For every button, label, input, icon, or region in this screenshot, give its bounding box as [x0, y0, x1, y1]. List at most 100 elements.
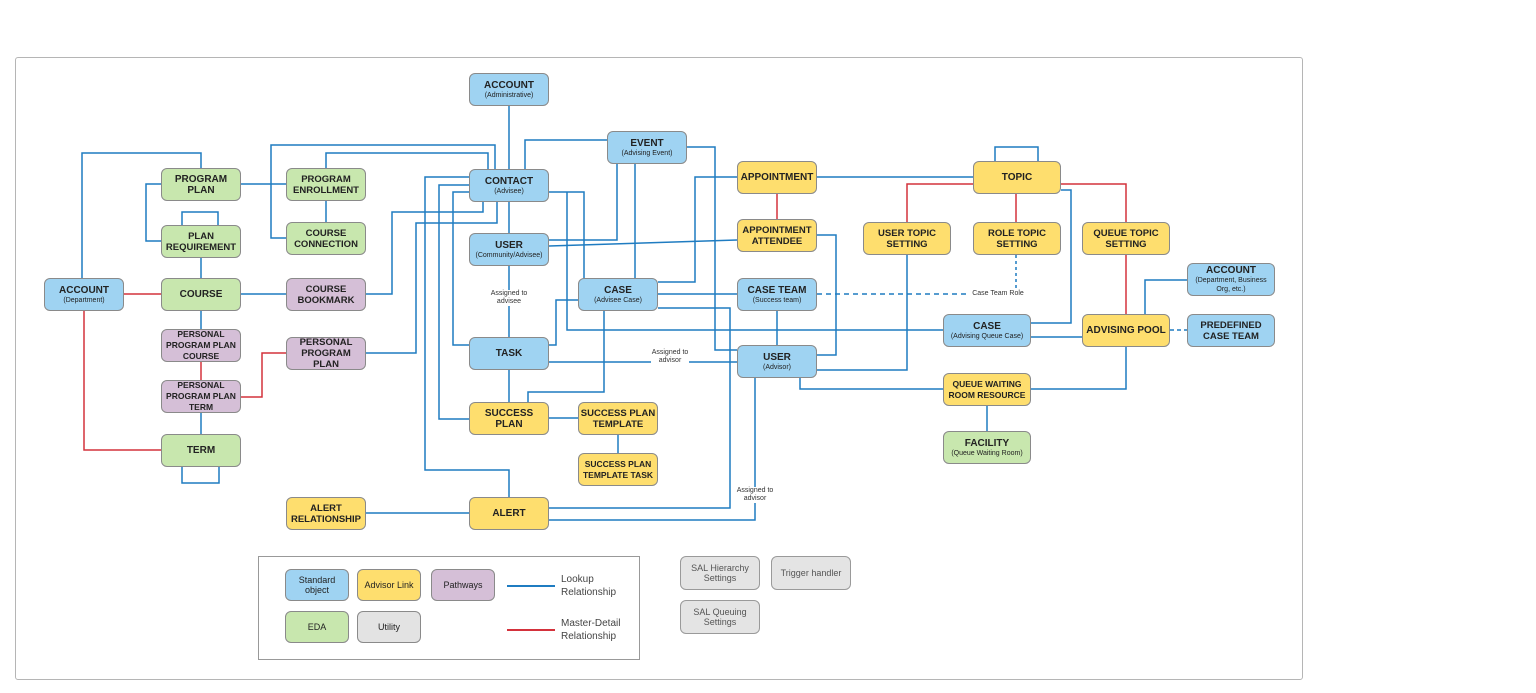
legend-master-detail-label: Master-Detail Relationship: [561, 618, 621, 642]
legend-utility: Utility: [357, 611, 421, 643]
entity-title: QUEUE TOPIC SETTING: [1093, 227, 1159, 250]
entity-title: CASE: [973, 320, 1001, 332]
entity-queue-topic[interactable]: QUEUE TOPIC SETTING: [1082, 222, 1170, 255]
entity-sp-template-task[interactable]: SUCCESS PLAN TEMPLATE TASK: [578, 453, 658, 486]
line-contact-enrollment: [325, 152, 489, 169]
utility-sal-queuing-settings: SAL Queuing Settings: [680, 600, 760, 634]
entity-sp-template[interactable]: SUCCESS PLAN TEMPLATE: [578, 402, 658, 435]
entity-term[interactable]: TERM: [161, 434, 241, 467]
entity-title: ACCOUNT: [484, 79, 534, 91]
entity-title: SUCCESS PLAN TEMPLATE: [580, 407, 656, 430]
line-accountorg-pool: [1144, 279, 1187, 314]
line-topic-self: [994, 146, 1039, 161]
line-ppp-contact: [366, 202, 498, 354]
entity-predefined[interactable]: PREDEFINED CASE TEAM: [1187, 314, 1275, 347]
entity-role-topic[interactable]: ROLE TOPIC SETTING: [973, 222, 1061, 255]
label-assigned-advisor-task: Assigned to advisor: [651, 349, 689, 365]
line-contact-event: [524, 139, 607, 169]
entity-title: TERM: [186, 445, 216, 456]
entity-title: COURSE CONNECTION: [294, 227, 358, 250]
entity-title: PREDEFINED CASE TEAM: [1200, 319, 1262, 342]
entity-appointment[interactable]: APPOINTMENT: [737, 161, 817, 194]
line-contact-successplan: [438, 184, 469, 420]
entity-case-team[interactable]: CASE TEAM (Success team): [737, 278, 817, 311]
line-case-task: [549, 299, 578, 346]
entity-title: FACILITY: [964, 437, 1010, 449]
entity-user-advisor[interactable]: USER (Advisor): [737, 345, 817, 378]
line-programplan-planreq: [145, 183, 161, 242]
entity-title: TASK: [495, 348, 523, 359]
entity-title: SUCCESS PLAN TEMPLATE TASK: [582, 458, 654, 480]
entity-case-advisee[interactable]: CASE (Advisee Case): [578, 278, 658, 311]
entity-success-plan[interactable]: SUCCESS PLAN: [469, 402, 549, 435]
line-planreq-self: [181, 211, 219, 225]
entity-alert[interactable]: ALERT: [469, 497, 549, 530]
line-term-self: [181, 467, 220, 484]
legend-advisor-link: Advisor Link: [357, 569, 421, 601]
entity-title: ALERT: [492, 508, 526, 519]
entity-facility[interactable]: FACILITY (Queue Waiting Room): [943, 431, 1031, 464]
entity-title: PERSONAL PROGRAM PLAN COURSE: [166, 329, 236, 361]
entity-subtitle: (Advisee): [494, 187, 524, 195]
line-topic-usertopic: [906, 183, 973, 222]
entity-title: ROLE TOPIC SETTING: [988, 227, 1046, 250]
entity-appt-attendee[interactable]: APPOINTMENT ATTENDEE: [737, 219, 817, 252]
entity-advising-pool[interactable]: ADVISING POOL: [1082, 314, 1170, 347]
entity-title: COURSE BOOKMARK: [297, 283, 355, 306]
line-attendee-useradvisor: [817, 234, 837, 356]
entity-case-queue[interactable]: CASE (Advising Queue Case): [943, 314, 1031, 347]
entity-account-admin[interactable]: ACCOUNT (Administrative): [469, 73, 549, 106]
entity-ppp[interactable]: PERSONAL PROGRAM PLAN: [286, 337, 366, 370]
label-assigned-advisee: Assigned to advisee: [490, 290, 528, 306]
label-case-team-role: Case Team Role: [970, 290, 1026, 298]
entity-title: PROGRAM PLAN: [174, 173, 228, 196]
entity-subtitle: (Department, Business Org, etc.): [1195, 277, 1267, 293]
entity-ppp-term[interactable]: PERSONAL PROGRAM PLAN TERM: [161, 380, 241, 413]
entity-subtitle: (Community/Advisee): [475, 251, 543, 259]
entity-title: PLAN REQUIREMENT: [165, 230, 237, 253]
label-assigned-advisor-alert: Assigned to advisor: [736, 487, 774, 503]
line-useradvisor-qwr: [799, 378, 943, 390]
entity-user-comm[interactable]: USER (Community/Advisee): [469, 233, 549, 266]
entity-title: USER: [763, 351, 791, 363]
line-attendee-contact: [548, 239, 738, 247]
line-usertopic-useradvisor: [817, 255, 908, 371]
entity-topic[interactable]: TOPIC: [973, 161, 1061, 194]
entity-ppp-course[interactable]: PERSONAL PROGRAM PLAN COURSE: [161, 329, 241, 362]
entity-title: APPOINTMENT: [740, 172, 814, 183]
entity-title: USER: [495, 239, 523, 251]
line-ppp-pppterm: [241, 352, 286, 398]
entity-title: USER TOPIC SETTING: [878, 227, 936, 250]
line-pool-qwr: [1031, 347, 1127, 390]
entity-title: QUEUE WAITING ROOM RESOURCE: [948, 378, 1026, 400]
entity-subtitle: (Administrative): [484, 91, 534, 99]
entity-course[interactable]: COURSE: [161, 278, 241, 311]
entity-title: EVENT: [630, 137, 664, 149]
entity-account-dept[interactable]: ACCOUNT (Department): [44, 278, 124, 311]
entity-program-enrollment[interactable]: PROGRAM ENROLLMENT: [286, 168, 366, 201]
line-accountdept-term: [83, 311, 161, 451]
entity-contact[interactable]: CONTACT (Advisee): [469, 169, 549, 202]
entity-alert-rel[interactable]: ALERT RELATIONSHIP: [286, 497, 366, 530]
entity-qwr[interactable]: QUEUE WAITING ROOM RESOURCE: [943, 373, 1031, 406]
entity-user-topic[interactable]: USER TOPIC SETTING: [863, 222, 951, 255]
legend-lookup-line: [507, 585, 555, 587]
entity-program-plan[interactable]: PROGRAM PLAN: [161, 168, 241, 201]
entity-title: PROGRAM ENROLLMENT: [293, 173, 359, 196]
entity-title: SUCCESS PLAN: [484, 407, 534, 430]
entity-task[interactable]: TASK: [469, 337, 549, 370]
legend-standard-object: Standard object: [285, 569, 349, 601]
line-topic-casequeue: [1031, 189, 1072, 324]
entity-event[interactable]: EVENT (Advising Event): [607, 131, 687, 164]
entity-account-org[interactable]: ACCOUNT (Department, Business Org, etc.): [1187, 263, 1275, 296]
line-useradvisor-alert: [549, 378, 756, 521]
entity-subtitle: (Department): [63, 296, 105, 304]
line-user-event: [549, 164, 618, 241]
entity-course-conn[interactable]: COURSE CONNECTION: [286, 222, 366, 255]
entity-title: PERSONAL PROGRAM PLAN TERM: [166, 380, 236, 412]
entity-plan-req[interactable]: PLAN REQUIREMENT: [161, 225, 241, 258]
entity-title: TOPIC: [1001, 172, 1033, 183]
entity-course-bookmark[interactable]: COURSE BOOKMARK: [286, 278, 366, 311]
utility-sal-hierarchy-settings: SAL Hierarchy Settings: [680, 556, 760, 590]
line-contact-task: [452, 191, 469, 346]
